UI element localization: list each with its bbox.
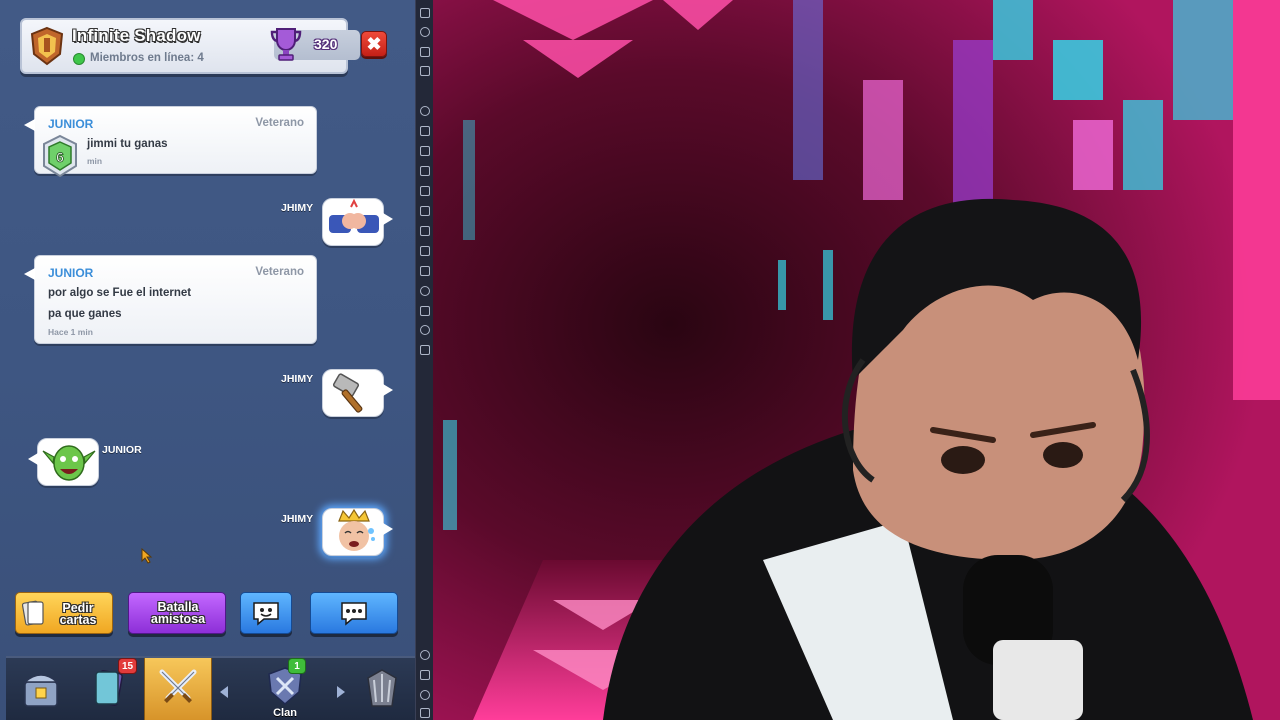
sidebar-icon[interactable] — [420, 345, 430, 355]
clan-trophies: 320 — [270, 28, 360, 61]
message-role: Veterano — [255, 266, 304, 278]
emote-author[interactable]: JHIMY — [281, 513, 313, 525]
close-button[interactable]: ✖ — [361, 31, 387, 57]
clock-icon[interactable] — [420, 325, 430, 335]
camera-icon[interactable] — [420, 186, 430, 196]
emote-message — [322, 369, 393, 417]
screen-record-icon[interactable] — [420, 47, 430, 57]
goblin-laugh-emote-icon — [42, 445, 96, 481]
crying-king-emote-icon — [338, 509, 375, 551]
webcam-feed — [433, 0, 1280, 720]
emote-author[interactable]: JHIMY — [281, 373, 313, 385]
controller-icon[interactable] — [420, 126, 430, 136]
cards-icon — [22, 600, 44, 626]
eraser-icon[interactable] — [420, 266, 430, 276]
message-text: por algo se Fue el internet — [48, 287, 192, 299]
shop-icon — [23, 674, 59, 707]
media-folder-icon[interactable] — [420, 206, 430, 216]
volume-icon[interactable] — [420, 27, 430, 37]
emote-message — [322, 198, 393, 246]
message-time: min — [87, 156, 103, 166]
online-members-label: Miembros en línea: 4 — [90, 52, 204, 64]
bottom-nav: 15 1 Clan — [6, 656, 415, 720]
clan-header[interactable]: Infinite Shadow Miembros en línea: 4 320 — [20, 18, 360, 74]
speech-bubble-icon — [341, 602, 367, 626]
back-arrow-icon[interactable] — [420, 670, 430, 680]
chat-message: JUNIOR Veterano por algo se Fue el inter… — [24, 255, 317, 344]
message-time: Hace 1 min — [48, 327, 93, 337]
level-number: 6 — [56, 149, 64, 165]
clan-tab-label: Clan — [273, 707, 297, 719]
emote-message — [28, 438, 99, 486]
emulator-toolbar — [415, 0, 433, 720]
level-badge-icon: 6 — [43, 134, 77, 178]
friendly-battle-label: Batalla amistosa — [150, 600, 206, 626]
battle-icon — [159, 669, 197, 703]
mouse-cursor-icon — [141, 548, 153, 564]
tab-shop[interactable] — [6, 658, 76, 720]
request-cards-label: Pedir cartas — [59, 601, 97, 627]
keyboard-icon[interactable] — [420, 66, 430, 76]
clan-name: Infinite Shadow — [72, 26, 201, 45]
nav-right-arrow-icon[interactable] — [337, 686, 345, 698]
hammer-emote-icon — [332, 373, 363, 413]
message-role: Veterano — [255, 117, 304, 129]
nav-left-arrow-icon[interactable] — [220, 686, 228, 698]
macro-icon[interactable] — [420, 146, 430, 156]
tab-battle[interactable] — [144, 658, 212, 720]
settings-gear-icon[interactable] — [420, 650, 430, 660]
fullscreen-icon[interactable] — [420, 8, 430, 18]
airplane-icon[interactable] — [420, 226, 430, 236]
clan-badge-icon — [30, 26, 64, 66]
home-icon[interactable] — [420, 690, 430, 700]
recent-apps-icon[interactable] — [420, 708, 430, 718]
emote-button[interactable] — [240, 592, 292, 634]
cards-notification-badge: 15 — [118, 658, 138, 674]
game-panel: Infinite Shadow Miembros en línea: 4 320… — [0, 0, 415, 720]
clan-chat[interactable]: JUNIOR Veterano jimmi tu ganas min 6 JHI… — [0, 82, 415, 582]
clan-notification-badge: 1 — [288, 658, 306, 674]
copy-icon[interactable] — [420, 246, 430, 256]
fist-bump-emote-icon — [329, 199, 379, 233]
streamer-webcam-image — [433, 0, 1280, 720]
emote-author[interactable]: JHIMY — [281, 202, 313, 214]
chat-button[interactable] — [310, 592, 398, 634]
request-cards-button[interactable]: Pedir cartas — [15, 592, 113, 634]
trophy-icon — [270, 28, 302, 61]
screenshot-icon[interactable] — [420, 166, 430, 176]
message-text: jimmi tu ganas — [87, 138, 168, 150]
message-text: pa que ganes — [48, 308, 122, 320]
friendly-battle-button[interactable]: Batalla amistosa — [128, 592, 226, 634]
events-icon — [366, 669, 397, 707]
emote-message — [322, 508, 393, 556]
message-author[interactable]: JUNIOR — [48, 266, 93, 280]
layers-icon[interactable] — [420, 306, 430, 316]
tab-events[interactable] — [348, 658, 415, 720]
rotate-icon[interactable] — [420, 106, 430, 116]
location-icon[interactable] — [420, 286, 430, 296]
emote-author[interactable]: JUNIOR — [102, 444, 142, 456]
online-status-icon — [73, 53, 85, 65]
trophy-count: 320 — [314, 36, 338, 52]
message-author[interactable]: JUNIOR — [48, 117, 93, 131]
smile-icon — [253, 602, 279, 626]
